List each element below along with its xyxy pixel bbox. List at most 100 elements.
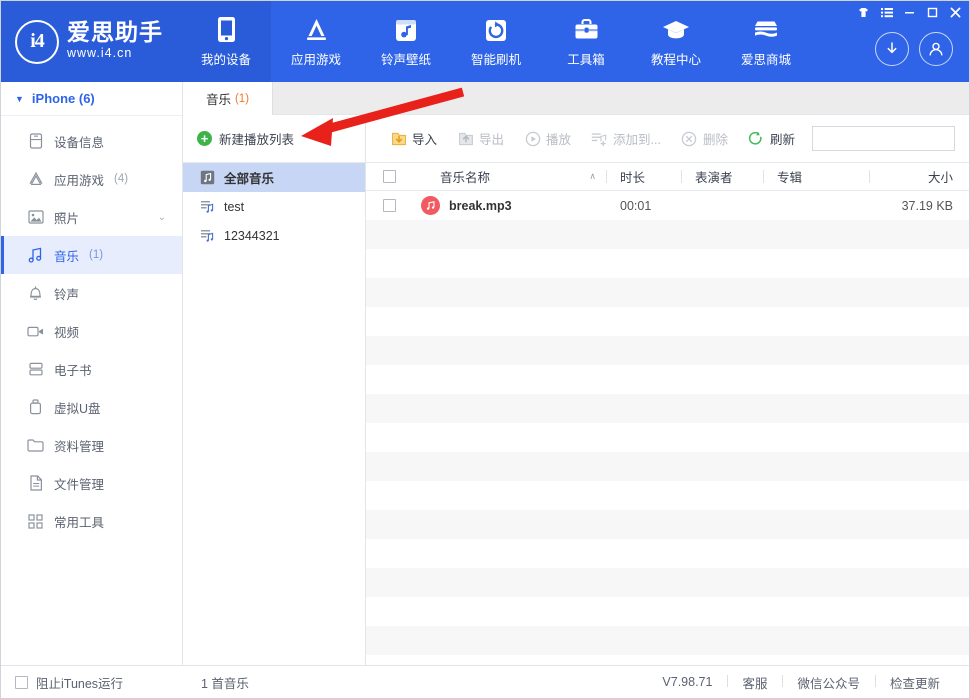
nav-item-smart-flash[interactable]: 智能刷机 — [451, 1, 541, 82]
status-bar-links: V7.98.71 客服 微信公众号 检查更新 — [647, 673, 969, 692]
tab-label: 音乐 — [205, 93, 231, 107]
wechat-official-link[interactable]: 微信公众号 — [782, 673, 875, 692]
sidebar-item-ebooks[interactable]: 电子书 — [1, 350, 182, 388]
sidebar-item-label: 铃声 — [54, 287, 80, 302]
playlist-item-label: 全部音乐 — [224, 172, 275, 186]
empty-rows-area — [366, 220, 969, 684]
brand-url: www.i4.cn — [67, 46, 133, 61]
minimize-icon[interactable] — [898, 2, 921, 22]
playlist-panel: + 新建播放列表 全部音乐 test 12344321 — [183, 115, 366, 665]
import-icon — [390, 130, 407, 147]
table-body: break.mp3 00:01 37.19 KB — [366, 191, 969, 685]
window-controls — [852, 2, 967, 22]
nav-item-ringtone-wallpaper[interactable]: 铃声壁纸 — [361, 1, 451, 82]
sidebar-item-virtual-usb[interactable]: 虚拟U盘 — [1, 388, 182, 426]
nav-label: 教程中心 — [650, 53, 701, 67]
block-itunes-toggle[interactable]: 阻止iTunes运行 — [1, 673, 183, 692]
toolbar-label: 导出 — [479, 133, 505, 147]
tab-music[interactable]: 音乐 (1) — [183, 82, 273, 115]
table-row-empty — [366, 539, 969, 568]
playlist-item-all-music[interactable]: 全部音乐 — [183, 163, 365, 192]
menu-icon[interactable] — [875, 2, 898, 22]
toolbar-label: 导入 — [412, 133, 438, 147]
add-to-button[interactable]: 添加到... — [581, 124, 671, 154]
app-window: i4 爱思助手 www.i4.cn 我的设备 应用游戏 铃声壁纸 智能刷机 工具… — [0, 0, 970, 699]
maximize-icon[interactable] — [921, 2, 944, 22]
delete-button[interactable]: 删除 — [671, 124, 738, 154]
flash-icon — [484, 15, 508, 43]
sidebar-device-header[interactable]: ▼ iPhone (6) — [1, 82, 182, 116]
delete-icon — [681, 130, 698, 147]
nav-item-store[interactable]: 爱思商城 — [721, 1, 811, 82]
ebook-icon — [27, 361, 44, 378]
graduation-icon — [662, 15, 690, 43]
nav-label: 铃声壁纸 — [380, 53, 431, 67]
customer-service-link[interactable]: 客服 — [727, 673, 782, 692]
playlist-item-12344321[interactable]: 12344321 — [183, 221, 365, 250]
search-box[interactable] — [812, 126, 969, 151]
sidebar-item-common-tools[interactable]: 常用工具 — [1, 502, 182, 540]
check-update-link[interactable]: 检查更新 — [874, 673, 955, 692]
sidebar-item-ringtones[interactable]: 铃声 — [1, 274, 182, 312]
nav-label: 工具箱 — [567, 53, 605, 67]
table-row[interactable]: break.mp3 00:01 37.19 KB — [366, 191, 969, 220]
column-header-album[interactable]: 专辑 — [763, 163, 869, 191]
new-playlist-label: 新建播放列表 — [219, 133, 295, 147]
nav-item-tutorial-center[interactable]: 教程中心 — [631, 1, 721, 82]
sidebar-item-label: 文件管理 — [54, 477, 105, 492]
status-bar: 阻止iTunes运行 1 首音乐 V7.98.71 客服 微信公众号 检查更新 — [1, 665, 969, 698]
folder-icon — [27, 437, 44, 454]
sidebar-item-photos[interactable]: 照片 ⌄ — [1, 198, 182, 236]
playlist-item-test[interactable]: test — [183, 192, 365, 221]
sidebar-item-file-management[interactable]: 文件管理 — [1, 464, 182, 502]
nav-item-apps-games[interactable]: 应用游戏 — [271, 1, 361, 82]
row-checkbox[interactable] — [382, 199, 396, 212]
table-row-empty — [366, 278, 969, 307]
column-header-duration[interactable]: 时长 — [606, 163, 681, 191]
column-header-name[interactable]: 音乐名称 ∧ — [412, 163, 606, 191]
sidebar-items: 设备信息 应用游戏 (4) 照片 ⌄ 音乐 (1) 铃声 视频 电子书 虚拟U盘… — [1, 116, 182, 540]
add-to-icon — [591, 130, 608, 147]
column-label: 音乐名称 — [440, 171, 491, 185]
sidebar-item-label: 照片 — [54, 211, 80, 226]
sidebar-item-videos[interactable]: 视频 — [1, 312, 182, 350]
cell-size: 37.19 KB — [901, 198, 953, 213]
search-input[interactable] — [813, 127, 969, 150]
video-icon — [27, 323, 44, 340]
sort-ascending-icon: ∧ — [589, 171, 596, 181]
nav-label: 爱思商城 — [740, 53, 791, 67]
download-icon[interactable] — [875, 31, 909, 66]
close-icon[interactable] — [944, 2, 967, 22]
play-button[interactable]: 播放 — [514, 124, 581, 154]
device-info-icon — [27, 133, 44, 150]
sidebar-item-count: (4) — [114, 173, 129, 185]
nav-item-my-device[interactable]: 我的设备 — [181, 1, 271, 82]
new-playlist-button[interactable]: + 新建播放列表 — [183, 115, 365, 163]
column-header-size[interactable]: 大小 — [869, 163, 969, 191]
bell-icon — [27, 285, 44, 302]
column-header-artist[interactable]: 表演者 — [681, 163, 763, 191]
cell-duration: 00:01 — [620, 198, 652, 213]
account-icon[interactable] — [919, 31, 953, 66]
phone-icon — [217, 15, 236, 43]
device-name-label: iPhone (6) — [31, 91, 95, 106]
sidebar-item-apps-games[interactable]: 应用游戏 (4) — [1, 160, 182, 198]
sidebar-item-label: 常用工具 — [54, 515, 105, 530]
sidebar-item-music[interactable]: 音乐 (1) — [1, 236, 182, 274]
sidebar-item-label: 设备信息 — [54, 135, 105, 150]
file-icon — [27, 475, 44, 492]
sidebar-item-data-management[interactable]: 资料管理 — [1, 426, 182, 464]
sidebar-item-device-info[interactable]: 设备信息 — [1, 122, 182, 160]
refresh-button[interactable]: 刷新 — [738, 124, 805, 154]
nav-item-toolbox[interactable]: 工具箱 — [541, 1, 631, 82]
sidebar-item-label: 音乐 — [54, 249, 80, 264]
export-button[interactable]: 导出 — [447, 124, 514, 154]
table-row-empty — [366, 568, 969, 597]
table-row-empty — [366, 510, 969, 539]
playlist-item-label: 12344321 — [224, 228, 280, 243]
import-button[interactable]: 导入 — [380, 124, 447, 154]
select-all-checkbox[interactable] — [382, 170, 396, 183]
chevron-down-icon[interactable]: ⌄ — [158, 212, 166, 223]
block-itunes-checkbox[interactable] — [15, 675, 28, 689]
skin-icon[interactable] — [852, 2, 875, 22]
